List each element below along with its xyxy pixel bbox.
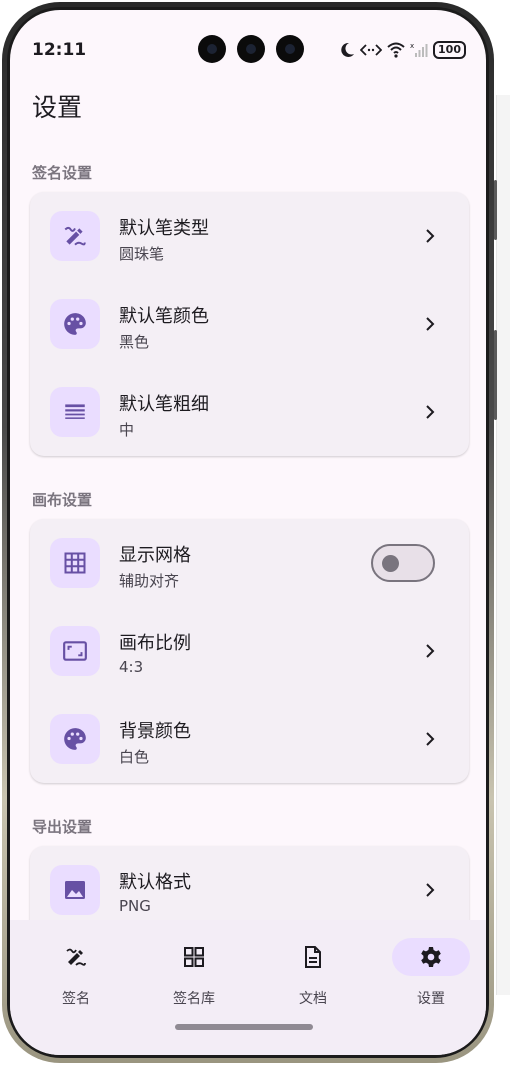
signature-settings-card: 默认笔类型 圆珠笔 默认笔颜色 黑色 默认笔粗细 中 xyxy=(30,192,469,456)
chevron-right-icon xyxy=(426,732,435,746)
grid-view-icon xyxy=(184,947,204,967)
camera-icon xyxy=(198,35,226,63)
gear-icon xyxy=(421,947,441,967)
status-bar: 12:11 x 100 xyxy=(10,10,486,70)
nav-pill-active xyxy=(392,938,470,976)
nav-label: 文档 xyxy=(299,991,327,1007)
setting-row-background-color[interactable]: 背景颜色 白色 xyxy=(30,695,469,783)
nav-item-signature-library[interactable]: 签名库 xyxy=(134,920,254,1020)
battery-indicator: 100 xyxy=(433,41,466,59)
nav-item-documents[interactable]: 文档 xyxy=(253,920,373,1020)
chevron-right-icon xyxy=(426,405,435,419)
camera-icon xyxy=(237,35,265,63)
setting-row-pen-weight[interactable]: 默认笔粗细 中 xyxy=(30,368,469,456)
data-transfer-icon xyxy=(360,44,383,56)
section-label-export: 导出设置 xyxy=(32,818,93,836)
phone-frame: 12:11 x 100 设置 签名设置 默认笔类型 圆珠笔 默认笔颜色 黑色 默… xyxy=(2,2,494,1063)
section-label-signature: 签名设置 xyxy=(32,164,93,182)
row-title: 默认格式 xyxy=(119,872,191,893)
camera-icon xyxy=(276,35,304,63)
row-subtitle: 中 xyxy=(119,421,135,439)
canvas-settings-card: 显示网格 辅助对齐 画布比例 4:3 背景颜色 白色 xyxy=(30,519,469,783)
chevron-right-icon xyxy=(426,883,435,897)
chevron-right-icon xyxy=(426,644,435,658)
nav-pill xyxy=(37,938,115,976)
signal-icon: x xyxy=(410,42,428,57)
setting-row-pen-color[interactable]: 默认笔颜色 黑色 xyxy=(30,280,469,368)
chevron-right-icon xyxy=(426,317,435,331)
row-subtitle: PNG xyxy=(119,897,151,915)
row-title: 显示网格 xyxy=(119,545,191,566)
toggle-knob xyxy=(382,555,399,572)
page-title: 设置 xyxy=(32,93,83,122)
status-time: 12:11 xyxy=(32,40,87,60)
show-grid-toggle[interactable] xyxy=(371,544,435,582)
row-title: 默认笔颜色 xyxy=(119,306,209,327)
line-weight-icon xyxy=(50,387,100,437)
nav-pill xyxy=(274,938,352,976)
palette-icon xyxy=(50,714,100,764)
chevron-right-icon xyxy=(426,229,435,243)
row-title: 背景颜色 xyxy=(119,721,191,742)
app-screen: 12:11 x 100 设置 签名设置 默认笔类型 圆珠笔 默认笔颜色 黑色 默… xyxy=(10,10,486,1055)
nav-item-settings[interactable]: 设置 xyxy=(371,920,486,1020)
volume-button xyxy=(494,180,497,240)
row-subtitle: 白色 xyxy=(119,748,150,766)
home-indicator xyxy=(175,1024,313,1030)
setting-row-show-grid[interactable]: 显示网格 辅助对齐 xyxy=(30,519,469,607)
signature-icon xyxy=(66,948,86,966)
palette-icon xyxy=(50,299,100,349)
row-subtitle: 黑色 xyxy=(119,333,150,351)
wifi-icon xyxy=(387,42,405,58)
row-title: 画布比例 xyxy=(119,633,191,654)
setting-row-pen-type[interactable]: 默认笔类型 圆珠笔 xyxy=(30,192,469,280)
nav-label: 签名 xyxy=(62,991,90,1007)
setting-row-canvas-ratio[interactable]: 画布比例 4:3 xyxy=(30,607,469,695)
row-subtitle: 圆珠笔 xyxy=(119,245,165,263)
section-label-canvas: 画布设置 xyxy=(32,491,93,509)
nav-pill xyxy=(155,938,233,976)
row-title: 默认笔类型 xyxy=(119,218,209,239)
document-icon xyxy=(305,946,321,968)
svg-text:x: x xyxy=(410,42,414,50)
nav-label: 设置 xyxy=(417,991,445,1007)
image-icon xyxy=(50,865,100,915)
row-subtitle: 4:3 xyxy=(119,658,144,676)
row-subtitle: 辅助对齐 xyxy=(119,572,180,590)
grid-icon xyxy=(50,538,100,588)
moon-icon xyxy=(341,42,355,57)
bottom-navigation: 签名 签名库 文档 设置 xyxy=(10,920,486,1055)
power-button xyxy=(494,330,497,420)
aspect-ratio-icon xyxy=(50,626,100,676)
row-title: 默认笔粗细 xyxy=(119,394,209,415)
nav-item-signature[interactable]: 签名 xyxy=(16,920,136,1020)
background-window-edge xyxy=(496,95,510,995)
nav-label: 签名库 xyxy=(173,991,215,1007)
pen-icon xyxy=(50,211,100,261)
